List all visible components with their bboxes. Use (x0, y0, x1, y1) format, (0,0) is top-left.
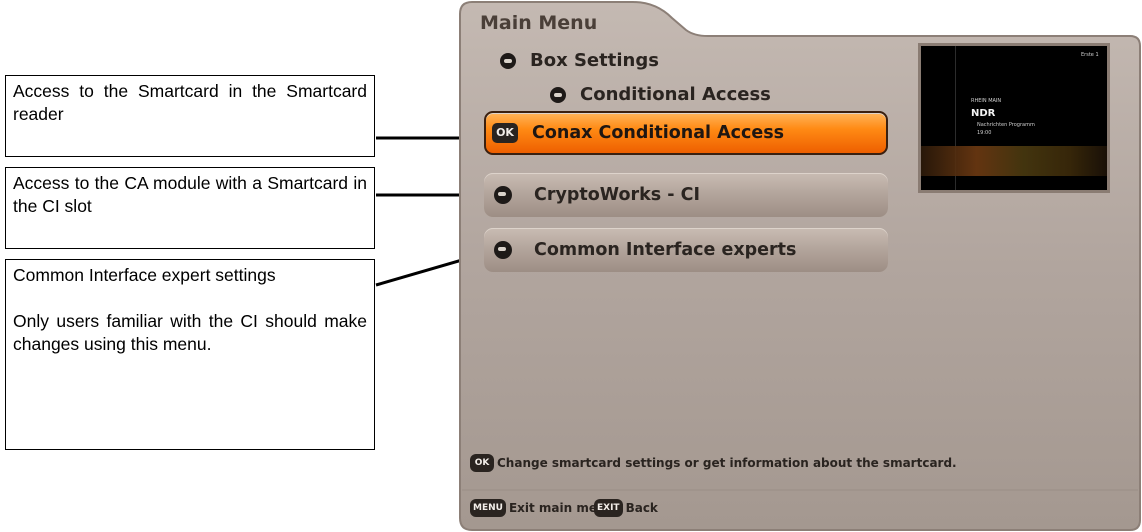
navigate-circle-icon (494, 186, 512, 204)
preview-image-band (921, 146, 1107, 176)
exit-key-icon: EXIT (594, 499, 623, 517)
ok-key-icon: OK (470, 454, 494, 472)
footer-label: Back (625, 501, 658, 515)
footer-exit-key[interactable]: EXIT Back (594, 499, 658, 517)
help-hint: OK Change smartcard settings or get info… (470, 454, 957, 472)
osd-main-menu-panel: Main Menu Box Settings Conditional Acces… (458, 0, 1142, 532)
breadcrumb-label: Conditional Access (580, 84, 771, 105)
footer-menu-key[interactable]: MENU Exit main menu (470, 499, 614, 517)
preview-channel-logo: NDR (971, 108, 996, 119)
menu-key-icon: MENU (470, 499, 506, 517)
breadcrumb-box-settings[interactable]: Box Settings (500, 50, 659, 71)
navigate-circle-icon (494, 241, 512, 259)
breadcrumb-conditional-access[interactable]: Conditional Access (550, 84, 771, 105)
menu-item-label: CryptoWorks - CI (534, 185, 700, 205)
menu-item-cryptoworks-ci[interactable]: CryptoWorks - CI (484, 173, 888, 217)
tv-preview-window: Erste 1 RHEIN MAIN NDR Nachrichten Progr… (918, 43, 1110, 193)
preview-corner-text: Erste 1 (1081, 52, 1099, 58)
navigate-circle-icon (500, 52, 516, 69)
preview-small-text: 19:00 (977, 130, 992, 136)
preview-small-text: RHEIN MAIN (971, 98, 1002, 104)
navigate-circle-icon (550, 86, 566, 103)
breadcrumb-label: Box Settings (530, 50, 659, 71)
hint-text: Change smartcard settings or get informa… (497, 456, 957, 470)
menu-item-label: Common Interface experts (534, 240, 797, 260)
ok-key-icon: OK (492, 123, 518, 143)
menu-item-common-interface-experts[interactable]: Common Interface experts (484, 228, 888, 272)
menu-item-conax-conditional-access[interactable]: OK Conax Conditional Access (484, 111, 888, 155)
menu-item-label: Conax Conditional Access (532, 123, 785, 143)
preview-small-text: Nachrichten Programm (977, 122, 1035, 128)
menu-title: Main Menu (480, 12, 598, 34)
